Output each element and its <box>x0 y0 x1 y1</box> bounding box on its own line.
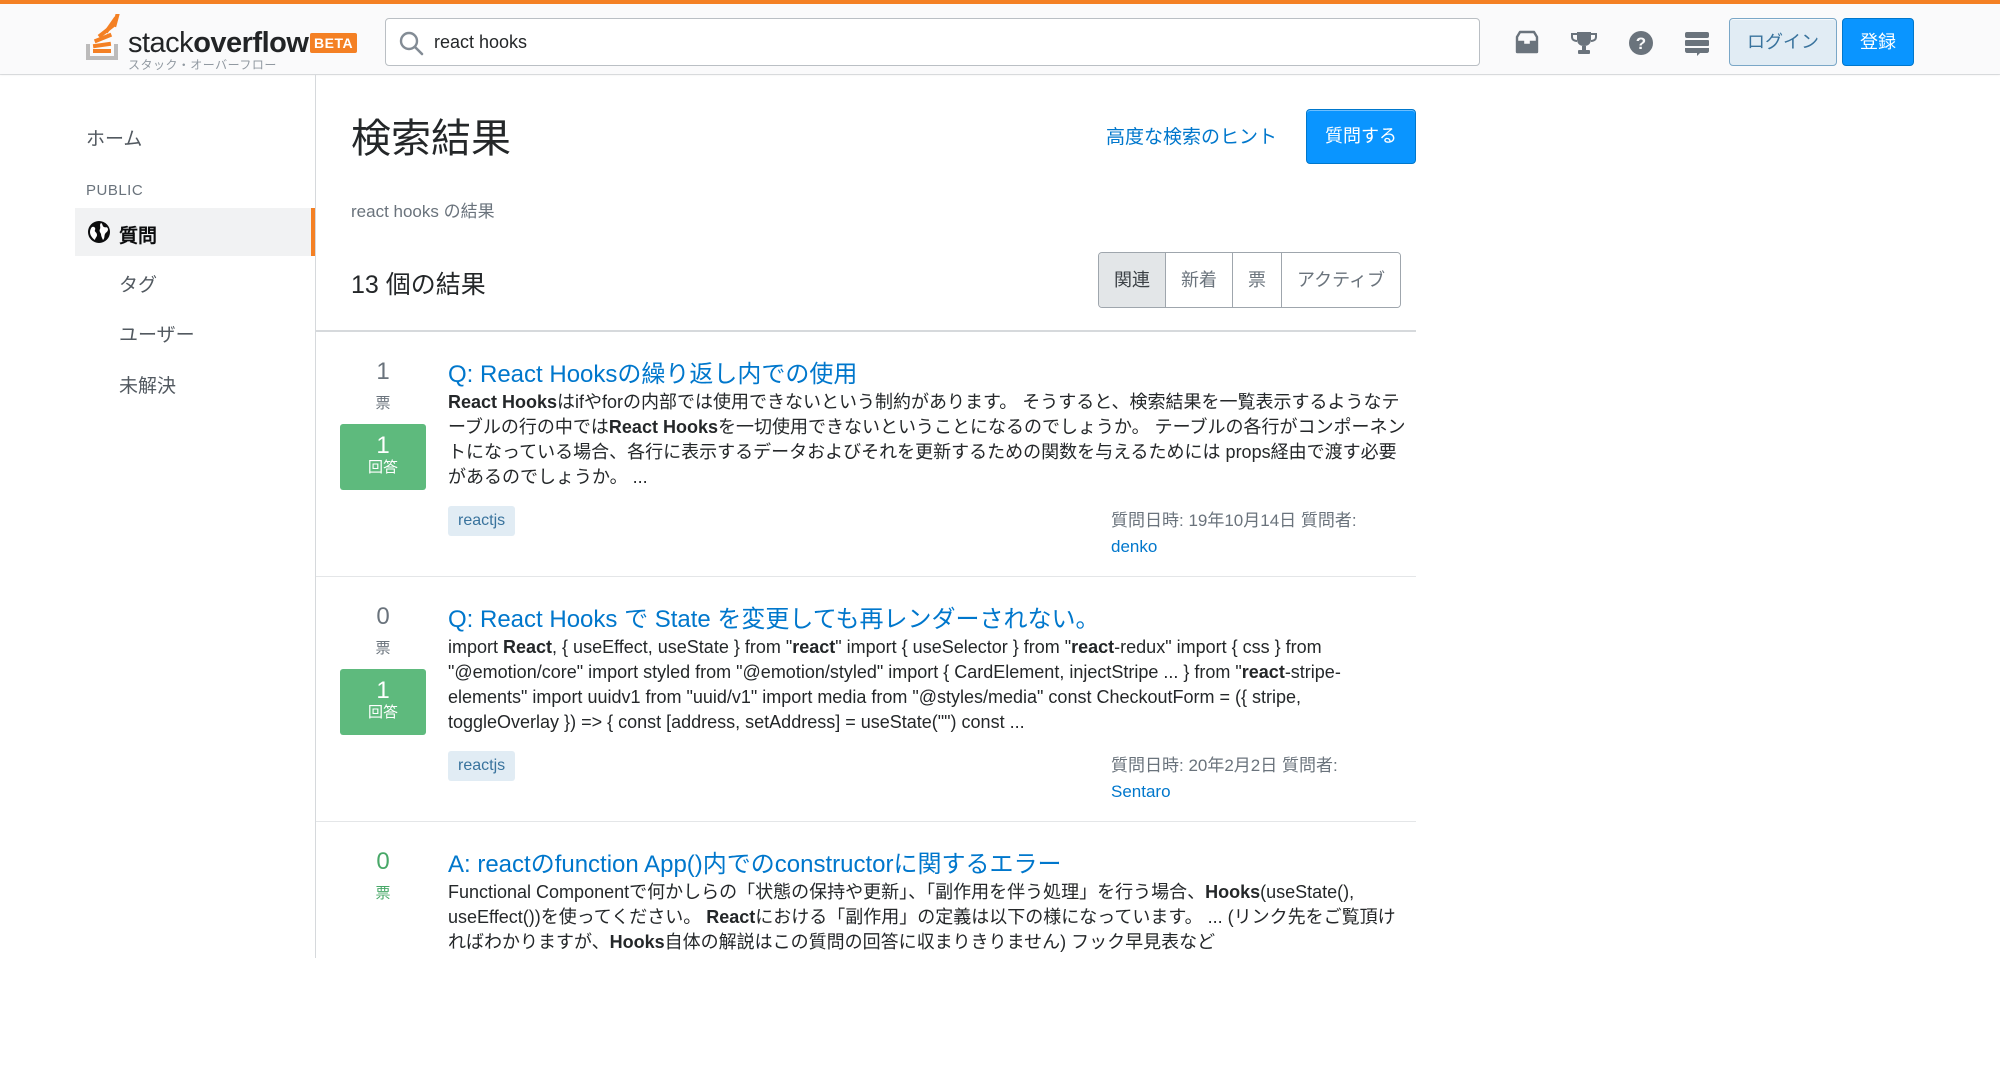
answer-label: 回答 <box>367 459 398 476</box>
search-icon <box>399 31 424 56</box>
sort-tab-active[interactable]: アクティブ <box>1281 253 1401 307</box>
result-meta: 質問日時: 20年2月2日 質問者: Sentaro <box>1111 753 1338 805</box>
svg-text:?: ? <box>1636 34 1646 53</box>
result-meta: 質問日時: 19年10月14日 質問者: denko <box>1111 508 1357 560</box>
logo-wordmark: stackoverflow <box>128 27 309 59</box>
advanced-search-tips-link[interactable]: 高度な検索のヒント <box>1106 122 1277 149</box>
tag-reactjs[interactable]: reactjs <box>448 506 516 536</box>
signup-button[interactable]: 登録 <box>1842 18 1914 66</box>
left-sidebar: ホーム PUBLIC 質問 タグ ユーザー 未解決 <box>0 74 316 958</box>
beta-badge: BETA <box>310 33 358 53</box>
sidebar-section-public: PUBLIC <box>86 182 144 199</box>
sidebar-item-users[interactable]: ユーザー <box>119 320 195 347</box>
logo-word-light: stack <box>128 27 194 59</box>
sort-tab-relevance[interactable]: 関連 <box>1099 253 1165 307</box>
inbox-icon[interactable] <box>1512 28 1542 58</box>
top-bar: stackoverflow BETA スタック・オーバーフロー ? ログイン 登… <box>0 0 2000 74</box>
sort-tab-newest[interactable]: 新着 <box>1165 253 1232 307</box>
search-input[interactable] <box>434 27 1454 57</box>
sidebar-item-questions[interactable]: 質問 <box>75 208 315 256</box>
result-title-link[interactable]: A: reactのfunction App()内でのconstructorに関す… <box>448 844 1062 879</box>
answer-count: 1 <box>376 432 390 459</box>
sidebar-item-unanswered[interactable]: 未解決 <box>119 371 176 398</box>
vote-count: 1 <box>376 358 390 385</box>
search-result-item: 1 票 1 回答 Q: React Hooksの繰り返し内での使用 React … <box>316 332 1416 577</box>
vote-count: 0 <box>376 603 390 630</box>
search-result-item: 0 票 1 回答 Q: React Hooks で State を変更しても再レ… <box>316 577 1416 822</box>
vote-label: 票 <box>375 885 391 902</box>
result-excerpt: Functional Componentで何かしらの「状態の保持や更新」、「副作… <box>448 882 1396 952</box>
ask-question-button[interactable]: 質問する <box>1306 109 1416 164</box>
help-icon[interactable]: ? <box>1626 28 1656 58</box>
logo-word-bold: overflow <box>193 27 309 59</box>
result-title-link[interactable]: Q: React Hooks で State を変更しても再レンダーされない。 <box>448 599 1100 634</box>
result-excerpt: React Hooksはifやforの内部では使用できないという制約があります。… <box>448 392 1406 487</box>
answer-count: 1 <box>376 677 390 704</box>
stack-overflow-logo-icon <box>86 14 120 60</box>
user-link[interactable]: denko <box>1111 534 1357 560</box>
answer-count-badge: 1 回答 <box>340 424 426 490</box>
trophy-icon[interactable] <box>1569 28 1599 58</box>
asked-date: 質問日時: 20年2月2日 質問者: <box>1111 756 1338 775</box>
answer-label: 回答 <box>367 704 398 721</box>
search-result-item: 0 票 A: reactのfunction App()内でのconstructo… <box>316 822 1416 1067</box>
search-results-list: 1 票 1 回答 Q: React Hooksの繰り返し内での使用 React … <box>316 330 1416 1067</box>
vote-count: 0 <box>376 848 390 875</box>
stack-overflow-logo[interactable]: stackoverflow BETA スタック・オーバーフロー <box>84 14 360 72</box>
asked-date: 質問日時: 19年10月14日 質問者: <box>1111 511 1357 530</box>
sidebar-item-home[interactable]: ホーム <box>86 124 142 151</box>
login-button[interactable]: ログイン <box>1729 18 1837 66</box>
user-link[interactable]: Sentaro <box>1111 779 1338 805</box>
result-count: 13 個の結果 <box>351 271 486 299</box>
search-query-summary: react hooks の結果 <box>351 202 495 221</box>
vote-label: 票 <box>375 640 391 657</box>
logo-subtitle: スタック・オーバーフロー <box>128 58 277 72</box>
result-title-link[interactable]: Q: React Hooksの繰り返し内での使用 <box>448 354 857 389</box>
sort-tab-votes[interactable]: 票 <box>1232 253 1281 307</box>
site-switcher-icon[interactable] <box>1682 28 1712 58</box>
vote-label: 票 <box>375 395 391 412</box>
tag-reactjs[interactable]: reactjs <box>448 751 516 781</box>
search-box[interactable] <box>385 18 1480 66</box>
sidebar-item-questions-label: 質問 <box>119 226 158 247</box>
page-title: 検索結果 <box>351 117 511 161</box>
globe-icon <box>88 221 110 243</box>
result-excerpt: import React, { useEffect, useState } fr… <box>448 637 1341 732</box>
answer-count-badge: 1 回答 <box>340 669 426 735</box>
sidebar-item-tags[interactable]: タグ <box>119 270 157 297</box>
sort-tabs: 関連 新着 票 アクティブ <box>1098 252 1402 308</box>
